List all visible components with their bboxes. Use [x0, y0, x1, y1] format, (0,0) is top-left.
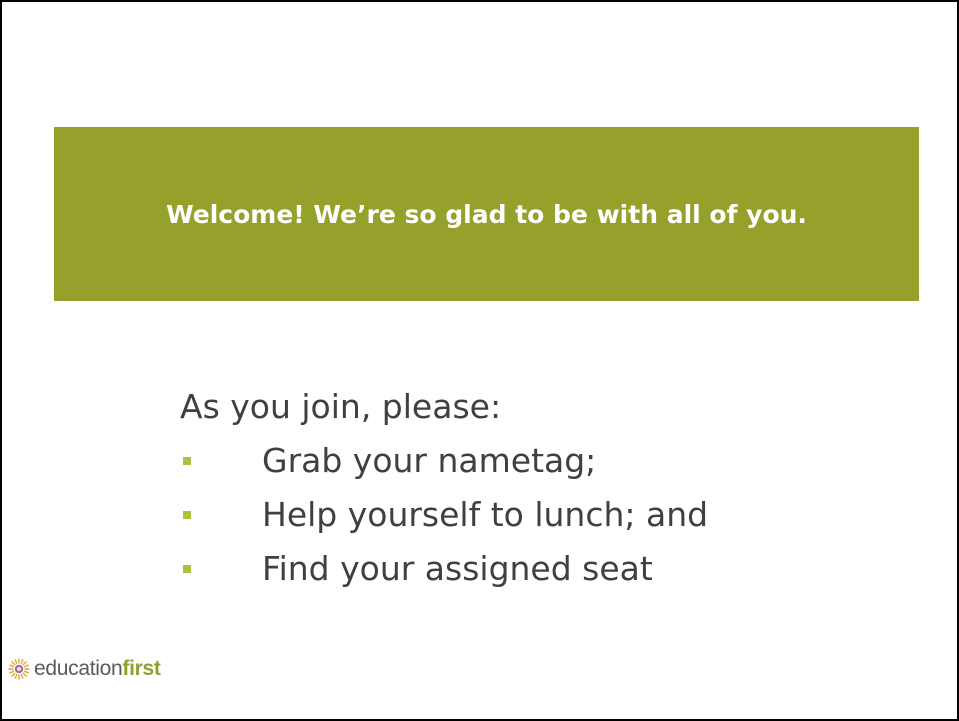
square-bullet-icon [183, 511, 191, 519]
list-item: Grab your nametag; [180, 434, 596, 488]
list-item-text: Help yourself to lunch; and [262, 495, 709, 534]
list-item-text: Grab your nametag; [262, 441, 597, 480]
welcome-banner-text: Welcome! We’re so glad to be with all of… [166, 199, 807, 229]
list-item-text: Find your assigned seat [262, 549, 653, 588]
instructions-block: As you join, please: Grab your nametag; … [180, 380, 708, 596]
list-item: Find your assigned seat [180, 542, 653, 596]
logo-text-bold: first [122, 657, 161, 680]
square-bullet-icon [183, 457, 191, 465]
instructions-list: Grab your nametag; Help yourself to lunc… [180, 434, 708, 596]
list-item: Help yourself to lunch; and [180, 488, 708, 542]
sunburst-logo-icon [8, 658, 30, 680]
square-bullet-icon [183, 565, 191, 573]
logo-text-regular: education [34, 657, 123, 680]
logo-text: educationfirst [34, 657, 161, 681]
slide: Welcome! We’re so glad to be with all of… [0, 0, 959, 721]
education-first-logo: educationfirst [8, 657, 161, 681]
instructions-intro: As you join, please: [180, 387, 502, 426]
welcome-banner: Welcome! We’re so glad to be with all of… [54, 127, 919, 301]
